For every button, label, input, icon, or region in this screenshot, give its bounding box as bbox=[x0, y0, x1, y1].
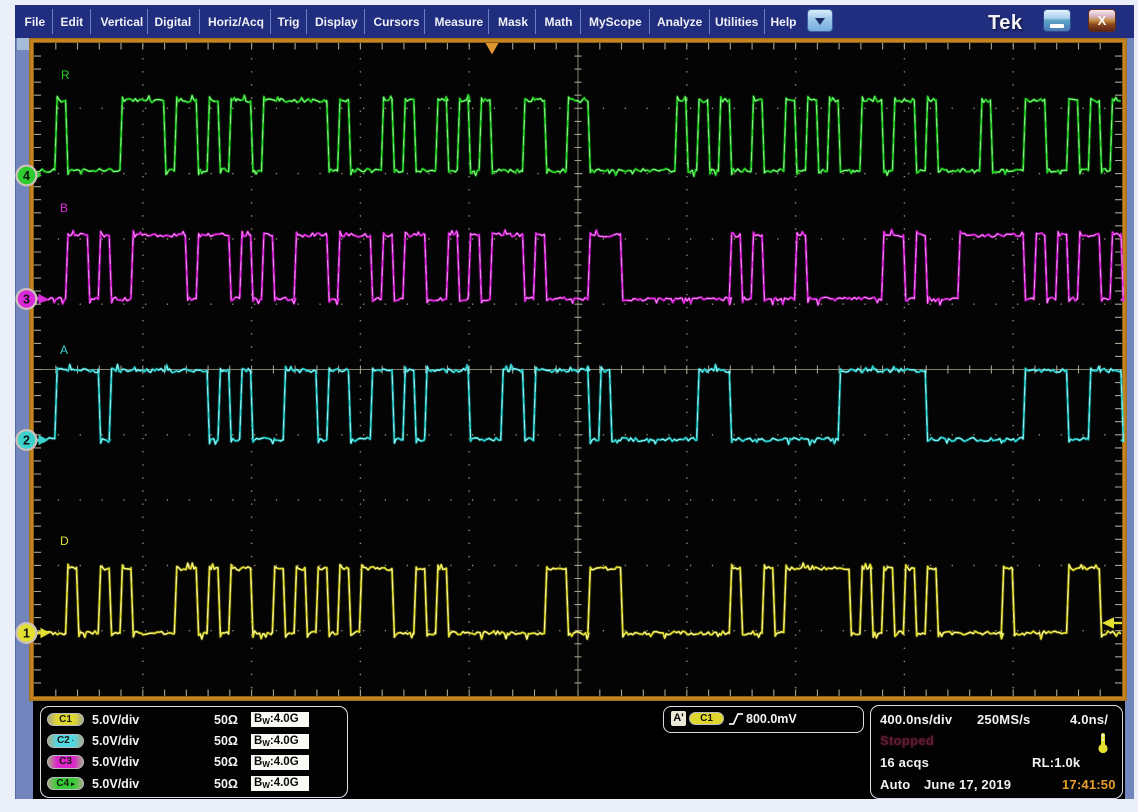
svg-text:3: 3 bbox=[23, 293, 30, 307]
svg-text:R: R bbox=[61, 68, 70, 82]
svg-text:D: D bbox=[60, 534, 69, 548]
svg-text:2: 2 bbox=[23, 434, 30, 448]
svg-text:B: B bbox=[60, 201, 68, 215]
svg-text:A: A bbox=[60, 343, 68, 357]
svg-text:1: 1 bbox=[23, 627, 30, 641]
svg-text:4: 4 bbox=[23, 169, 30, 183]
